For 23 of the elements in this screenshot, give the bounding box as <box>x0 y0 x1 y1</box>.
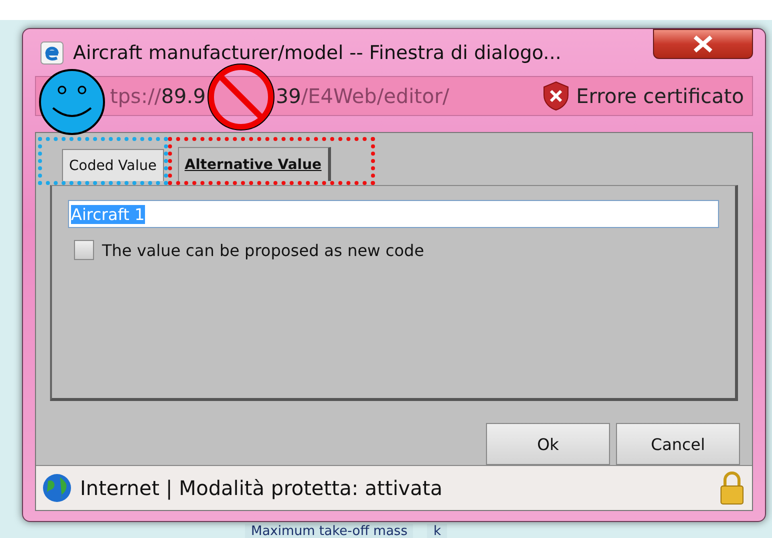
address-text: /E4Web/editor/ <box>301 84 450 108</box>
background-text: k <box>427 524 447 538</box>
padlock-icon <box>718 471 746 505</box>
tab[interactable]: Alternative Value <box>178 147 331 181</box>
tab[interactable]: Coded Value <box>62 149 164 181</box>
window-title: Aircraft manufacturer/model -- Finestra di dialogo... <box>73 42 562 64</box>
globe-icon <box>42 473 72 503</box>
status-text: Internet | Modalità protetta: attivata <box>80 476 444 500</box>
certificate-error-text: Errore certificato <box>576 84 744 108</box>
dialog-button[interactable]: Ok <box>486 423 610 465</box>
close-button[interactable] <box>653 29 753 59</box>
address-text: tps:// <box>110 84 162 108</box>
checkbox[interactable] <box>74 240 94 260</box>
smiley-face-icon <box>38 68 106 136</box>
shield-error-icon <box>542 81 570 111</box>
close-icon <box>692 35 714 53</box>
dialog-button[interactable]: Cancel <box>616 423 740 465</box>
address-text: 39 <box>276 84 302 108</box>
prohibition-sign-icon <box>206 63 276 131</box>
browser-e-icon <box>39 40 65 66</box>
checkbox-label: The value can be proposed as new code <box>102 240 424 260</box>
background-text: Maximum take-off mass <box>245 524 414 538</box>
address-text: 89.9 <box>161 84 206 108</box>
